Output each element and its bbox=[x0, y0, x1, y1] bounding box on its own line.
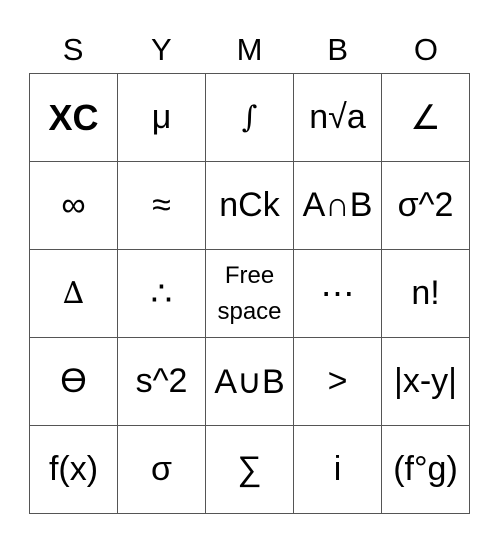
bingo-cell[interactable]: ∆ bbox=[30, 250, 118, 338]
bingo-cell[interactable]: |x-y| bbox=[382, 338, 470, 426]
bingo-cell[interactable]: ∴ bbox=[118, 250, 206, 338]
bingo-cell[interactable]: ∠ bbox=[382, 74, 470, 162]
bingo-cell[interactable]: ϴ bbox=[30, 338, 118, 426]
bingo-cell[interactable]: > bbox=[294, 338, 382, 426]
bingo-cell[interactable]: σ^2 bbox=[382, 162, 470, 250]
bingo-cell[interactable]: ≈ bbox=[118, 162, 206, 250]
bingo-cell[interactable]: n! bbox=[382, 250, 470, 338]
bingo-cell[interactable]: ⋯ bbox=[294, 250, 382, 338]
header-letter-b: B bbox=[327, 32, 349, 67]
bingo-cell[interactable]: μ bbox=[118, 74, 206, 162]
free-space-cell[interactable]: Free space bbox=[206, 250, 294, 338]
header-letter-y: Y bbox=[150, 32, 172, 67]
header-letter-s: S bbox=[62, 32, 84, 67]
bingo-cell[interactable]: ∫ bbox=[206, 74, 294, 162]
bingo-cell[interactable]: i bbox=[294, 426, 382, 514]
bingo-cell[interactable]: f(x) bbox=[30, 426, 118, 514]
bingo-cell[interactable]: σ bbox=[118, 426, 206, 514]
bingo-header: S Y M B O bbox=[29, 28, 470, 72]
bingo-cell[interactable]: ∞ bbox=[30, 162, 118, 250]
bingo-cell[interactable]: (f°g) bbox=[382, 426, 470, 514]
bingo-cell[interactable]: A∪B bbox=[206, 338, 294, 426]
header-letter-m: M bbox=[236, 32, 263, 67]
bingo-cell[interactable]: ∑ bbox=[206, 426, 294, 514]
bingo-cell[interactable]: nCk bbox=[206, 162, 294, 250]
bingo-cell[interactable]: s^2 bbox=[118, 338, 206, 426]
bingo-cell[interactable]: A∩B bbox=[294, 162, 382, 250]
bingo-cell[interactable]: XC bbox=[30, 74, 118, 162]
bingo-cell[interactable]: n√a bbox=[294, 74, 382, 162]
bingo-grid: XC μ ∫ n√a ∠ ∞ ≈ nCk A∩B σ^2 ∆ ∴ Free sp… bbox=[29, 73, 470, 514]
header-letter-o: O bbox=[413, 32, 438, 67]
